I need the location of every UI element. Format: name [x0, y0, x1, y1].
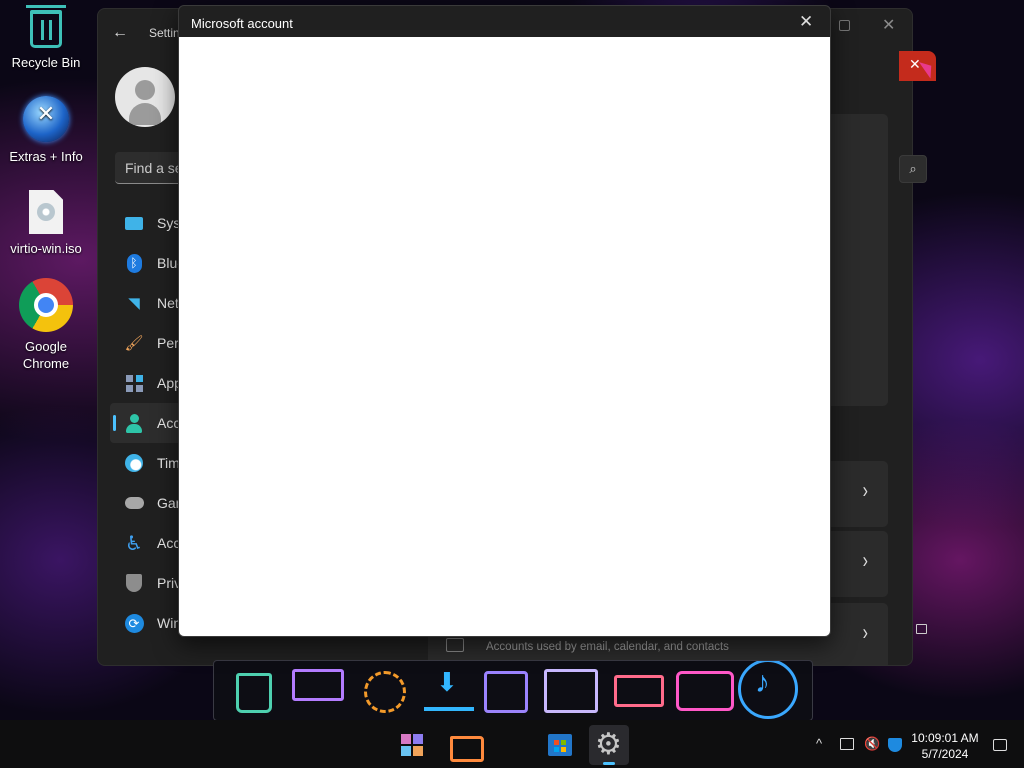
document-list-icon[interactable]	[544, 669, 598, 713]
apps-icon	[124, 373, 144, 393]
desktop-icon-virtio-iso[interactable]: virtio-win.iso	[0, 190, 92, 257]
store-icon[interactable]	[540, 725, 580, 765]
chevron-right-icon: ›	[862, 621, 868, 646]
music-icon[interactable]	[738, 661, 798, 719]
shield-icon	[124, 573, 144, 593]
person-icon	[124, 413, 144, 433]
extras-info-icon	[23, 96, 69, 142]
desktop-icon-label: Google Chrome	[22, 339, 70, 371]
close-icon[interactable]: ✕	[799, 12, 813, 32]
desktop-dock	[213, 660, 813, 721]
avatar[interactable]	[115, 67, 175, 127]
desktop-icon-label: Recycle Bin	[11, 55, 81, 70]
desktop-icon-label: Extras + Info	[9, 149, 83, 164]
accessibility-icon: ♿	[125, 532, 143, 555]
monitor-icon	[124, 213, 144, 233]
recycle-bin-icon	[26, 5, 66, 48]
window-icon	[916, 624, 927, 634]
info-icon[interactable]	[484, 671, 528, 713]
taskbar: ^ 🔇 10:09:01 AM 5/7/2024	[0, 720, 1024, 768]
notification-icon[interactable]	[993, 739, 1007, 751]
start-button[interactable]	[392, 725, 432, 765]
bluetooth-icon: ᛒ	[124, 253, 144, 273]
back-arrow-icon[interactable]: ←	[112, 23, 132, 43]
desktop-icon-label: virtio-win.iso	[10, 241, 82, 256]
gamepad-icon	[124, 493, 144, 513]
system-clock[interactable]: 10:09:01 AM 5/7/2024	[906, 730, 984, 762]
trash-icon[interactable]	[236, 673, 272, 713]
gear-icon[interactable]	[364, 671, 406, 713]
desktop-icon-extras-info[interactable]: Extras + Info	[0, 96, 92, 165]
microsoft-account-dialog: Microsoft account ✕	[178, 5, 831, 637]
monitor-icon[interactable]	[292, 669, 344, 701]
dialog-title: Microsoft account	[191, 16, 293, 31]
search-icon[interactable]: ⌕	[899, 155, 927, 183]
download-icon[interactable]	[424, 667, 474, 711]
network-icon[interactable]	[840, 738, 854, 750]
clock-globe-icon	[124, 453, 144, 473]
security-shield-icon[interactable]	[888, 738, 902, 752]
chevron-right-icon: ›	[862, 549, 868, 574]
close-icon[interactable]: ✕	[882, 15, 895, 35]
clock-date: 5/7/2024	[921, 747, 969, 761]
camera-icon[interactable]	[676, 671, 734, 711]
contacts-description: Accounts used by email, calendar, and co…	[486, 641, 729, 653]
close-icon: ✕	[909, 56, 921, 72]
desktop-icon-google-chrome[interactable]: Google Chrome	[0, 278, 92, 372]
chevron-right-icon: ›	[862, 479, 868, 504]
file-explorer-icon[interactable]	[443, 725, 484, 765]
volume-muted-icon[interactable]: 🔇	[864, 736, 880, 752]
disc-image-icon	[29, 190, 63, 234]
chevron-up-icon[interactable]: ^	[816, 736, 822, 751]
contacts-icon	[446, 638, 464, 652]
maximize-icon[interactable]	[839, 20, 850, 31]
wifi-icon: ◥	[128, 295, 140, 312]
clock-time: 10:09:01 AM	[911, 731, 979, 745]
settings-gear-icon[interactable]	[589, 725, 629, 765]
video-camera-icon[interactable]	[614, 675, 664, 707]
chrome-icon	[19, 278, 73, 332]
brush-icon: 🖌	[124, 335, 144, 352]
dialog-content	[179, 37, 830, 636]
desktop-icon-recycle-bin[interactable]: Recycle Bin	[0, 5, 92, 71]
update-icon: ⟳	[124, 613, 144, 633]
